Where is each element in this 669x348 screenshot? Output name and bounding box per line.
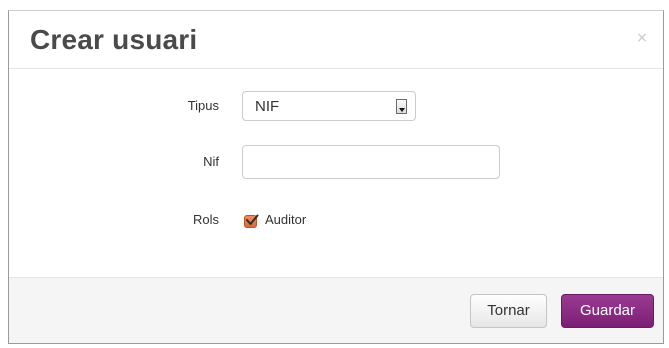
check-icon xyxy=(246,214,259,225)
modal-header: Crear usuari × xyxy=(9,11,663,69)
nif-input[interactable] xyxy=(242,145,500,179)
nif-label: Nif xyxy=(203,154,219,169)
auditor-checkbox[interactable] xyxy=(244,214,259,228)
tipus-select[interactable]: NIF xyxy=(242,91,416,121)
tipus-select-value: NIF xyxy=(255,98,280,115)
tipus-label: Tipus xyxy=(187,98,219,113)
close-icon[interactable]: × xyxy=(635,31,649,45)
chevron-down-icon[interactable] xyxy=(396,99,407,114)
create-user-modal: Crear usuari × Tipus NIF Nif Rols Audito… xyxy=(8,10,664,344)
back-button[interactable]: Tornar xyxy=(470,294,547,328)
rols-label: Rols xyxy=(192,212,219,227)
modal-footer: Tornar Guardar xyxy=(9,277,663,343)
modal-title: Crear usuari xyxy=(30,24,198,55)
save-button[interactable]: Guardar xyxy=(561,294,654,328)
auditor-checkbox-label[interactable]: Auditor xyxy=(265,212,306,227)
